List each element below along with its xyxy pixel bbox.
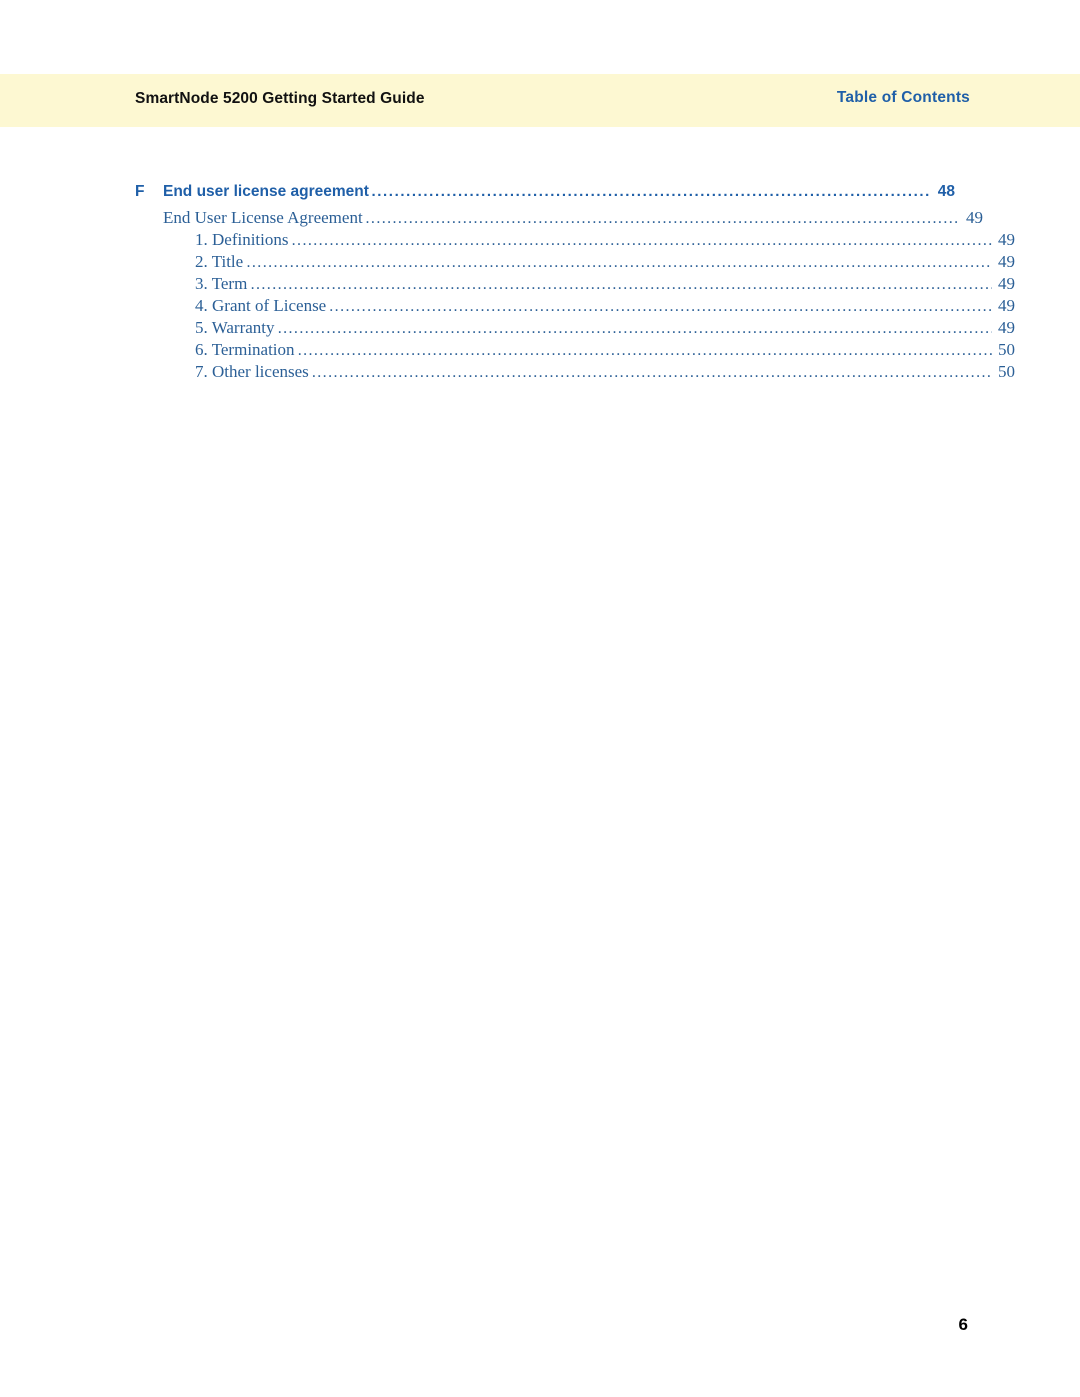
toc-entry-title: 7. Other licenses bbox=[195, 362, 309, 381]
toc-leader-dots: ........................................… bbox=[311, 365, 992, 381]
toc-entry-page: 49 bbox=[998, 296, 1015, 315]
toc-entry-page: 49 bbox=[998, 230, 1015, 249]
toc-entry[interactable]: 1. Definitions..........................… bbox=[135, 230, 1015, 250]
toc-entry[interactable]: 2. Title................................… bbox=[135, 252, 1015, 272]
toc-entry[interactable]: F End user license agreement.............… bbox=[135, 183, 955, 201]
toc-entry-page: 50 bbox=[998, 362, 1015, 381]
toc-leader-dots: ........................................… bbox=[291, 233, 992, 249]
toc-entry[interactable]: End User License Agreement..............… bbox=[135, 208, 983, 228]
toc-entry[interactable]: 7. Other licenses.......................… bbox=[135, 362, 1015, 382]
footer-page-number: 6 bbox=[958, 1315, 968, 1334]
toc-entry-page: 49 bbox=[998, 274, 1015, 293]
toc-entry-title: 4. Grant of License bbox=[195, 296, 327, 315]
toc-entry-title: 1. Definitions bbox=[195, 230, 289, 249]
toc-entry-page: 49 bbox=[998, 318, 1015, 337]
toc-entry-title: 3. Term bbox=[195, 274, 248, 293]
toc-entry-title: 5. Warranty bbox=[195, 318, 275, 337]
toc-entry-page: 50 bbox=[998, 340, 1015, 359]
toc-entry-title: End user license agreement bbox=[163, 183, 369, 200]
toc-leader-dots: ........................................… bbox=[246, 255, 993, 271]
toc-entry-title: 6. Termination bbox=[195, 340, 295, 359]
page-header-band: SmartNode 5200 Getting Started Guide Tab… bbox=[0, 74, 1080, 127]
toc-entry-letter: F bbox=[135, 183, 145, 200]
toc-leader-dots: ........................................… bbox=[250, 277, 992, 293]
toc-entry-page: 48 bbox=[937, 183, 955, 200]
toc-entry-page: 49 bbox=[998, 252, 1015, 271]
document-title: SmartNode 5200 Getting Started Guide bbox=[135, 90, 425, 107]
table-of-contents: F End user license agreement.............… bbox=[135, 183, 1015, 384]
toc-leader-dots: ........................................… bbox=[365, 211, 960, 227]
section-title: Table of Contents bbox=[836, 89, 970, 106]
toc-leader-dots: ........................................… bbox=[329, 299, 992, 315]
toc-entry[interactable]: 6. Termination..........................… bbox=[135, 340, 1015, 360]
toc-leader-dots: ........................................… bbox=[297, 343, 992, 359]
toc-leader-dots: ........................................… bbox=[371, 184, 931, 199]
toc-entry-title: End User License Agreement bbox=[163, 208, 363, 227]
toc-leader-dots: ........................................… bbox=[277, 321, 992, 337]
toc-entry-page: 49 bbox=[966, 208, 983, 227]
toc-entry[interactable]: 4. Grant of License.....................… bbox=[135, 296, 1015, 316]
toc-entry[interactable]: 3. Term.................................… bbox=[135, 274, 1015, 294]
toc-entry-title: 2. Title bbox=[195, 252, 244, 271]
toc-entry[interactable]: 5. Warranty.............................… bbox=[135, 318, 1015, 338]
